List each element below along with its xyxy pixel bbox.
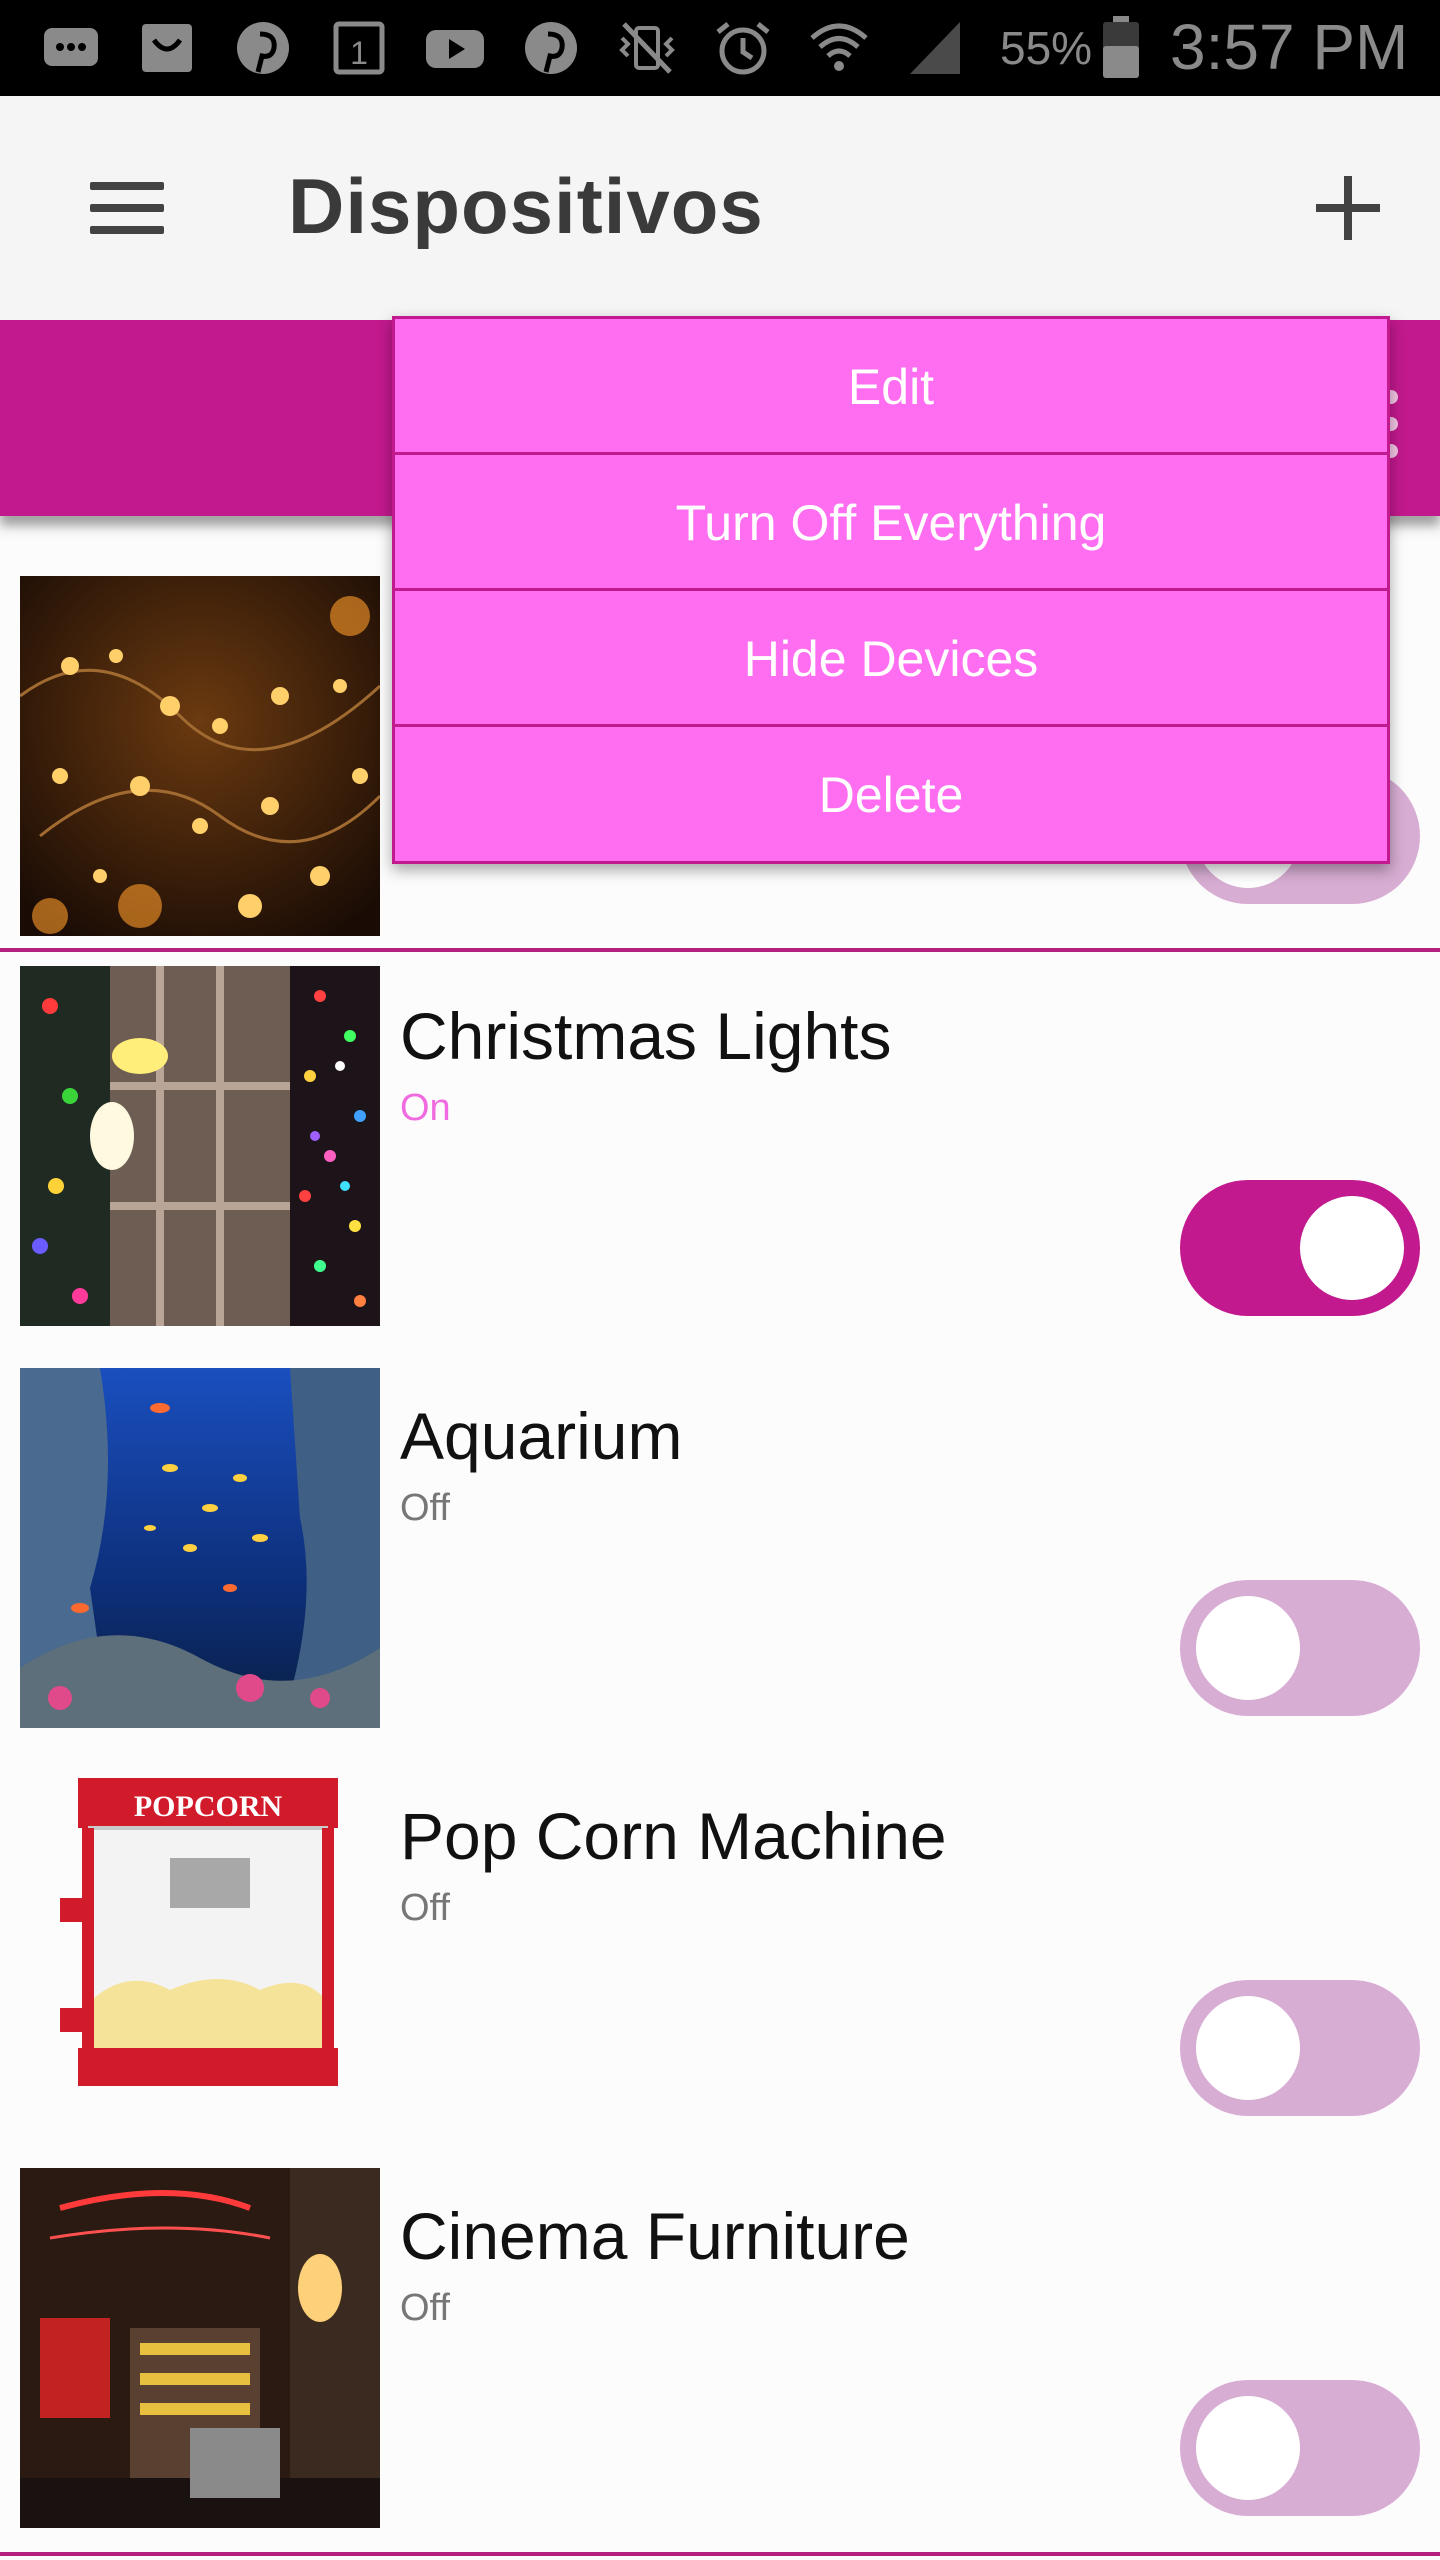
menu-item-edit[interactable]: Edit bbox=[395, 319, 1387, 455]
device-row[interactable]: Cinema Furniture Off bbox=[0, 2152, 1440, 2556]
device-toggle[interactable] bbox=[1180, 1180, 1420, 1316]
signal-icon bbox=[904, 18, 966, 78]
toggle-knob bbox=[1196, 1596, 1300, 1700]
device-thumbnail bbox=[20, 576, 380, 936]
status-bar: 1 55% 3:57 PM bbox=[0, 0, 1440, 96]
calendar-icon: 1 bbox=[328, 18, 390, 78]
toggle-knob bbox=[1300, 1196, 1404, 1300]
app-bar: Dispositivos bbox=[0, 96, 1440, 320]
string-lights-photo bbox=[20, 576, 380, 936]
device-status: Off bbox=[400, 2287, 450, 2329]
chat-icon bbox=[40, 18, 102, 78]
menu-item-delete[interactable]: Delete bbox=[395, 727, 1387, 863]
menu-item-turn-off-everything[interactable]: Turn Off Everything bbox=[395, 455, 1387, 591]
device-row[interactable]: POPCORN Pop Corn Machine Off bbox=[0, 1752, 1440, 2156]
page-title: Dispositivos bbox=[288, 162, 764, 250]
aquarium-photo bbox=[20, 1368, 380, 1728]
popcorn-sign-text: POPCORN bbox=[134, 1790, 283, 1823]
device-row[interactable]: Aquarium Off bbox=[0, 1352, 1440, 1756]
youtube-icon bbox=[424, 18, 486, 78]
device-thumbnail bbox=[20, 1368, 380, 1728]
device-name: Christmas Lights bbox=[400, 999, 892, 1073]
shopping-bag-icon bbox=[136, 18, 198, 78]
toggle-knob bbox=[1196, 2396, 1300, 2500]
pinterest-icon bbox=[520, 18, 582, 78]
toggle-knob bbox=[1196, 1996, 1300, 2100]
menu-item-hide-devices[interactable]: Hide Devices bbox=[395, 591, 1387, 727]
device-status: On bbox=[400, 1087, 451, 1129]
status-time: 3:57 PM bbox=[1170, 11, 1409, 83]
alarm-icon bbox=[712, 18, 774, 78]
pinterest-icon bbox=[232, 18, 294, 78]
popup-menu: Edit Turn Off Everything Hide Devices De… bbox=[392, 316, 1390, 864]
hamburger-menu-icon[interactable] bbox=[80, 166, 176, 250]
device-status: Off bbox=[400, 1887, 450, 1929]
christmas-lights-photo bbox=[20, 966, 380, 1326]
popcorn-machine-photo: POPCORN bbox=[60, 1778, 338, 2086]
add-icon[interactable] bbox=[1310, 166, 1394, 250]
device-toggle[interactable] bbox=[1180, 2380, 1420, 2516]
device-status: Off bbox=[400, 1487, 450, 1529]
device-name: Cinema Furniture bbox=[400, 2199, 910, 2273]
battery-icon bbox=[1103, 16, 1139, 78]
device-row[interactable]: Christmas Lights On bbox=[0, 952, 1440, 1356]
cinema-photo bbox=[20, 2168, 380, 2528]
device-toggle[interactable] bbox=[1180, 1980, 1420, 2116]
device-thumbnail bbox=[20, 966, 380, 1326]
device-name: Pop Corn Machine bbox=[400, 1799, 947, 1873]
device-thumbnail bbox=[20, 2168, 380, 2528]
device-toggle[interactable] bbox=[1180, 1580, 1420, 1716]
vibrate-mute-icon bbox=[616, 18, 678, 78]
svg-text:1: 1 bbox=[350, 35, 368, 71]
battery-percent: 55% bbox=[1000, 22, 1093, 74]
device-name: Aquarium bbox=[400, 1399, 683, 1473]
device-thumbnail: POPCORN bbox=[20, 1768, 380, 2128]
wifi-icon bbox=[808, 18, 870, 78]
